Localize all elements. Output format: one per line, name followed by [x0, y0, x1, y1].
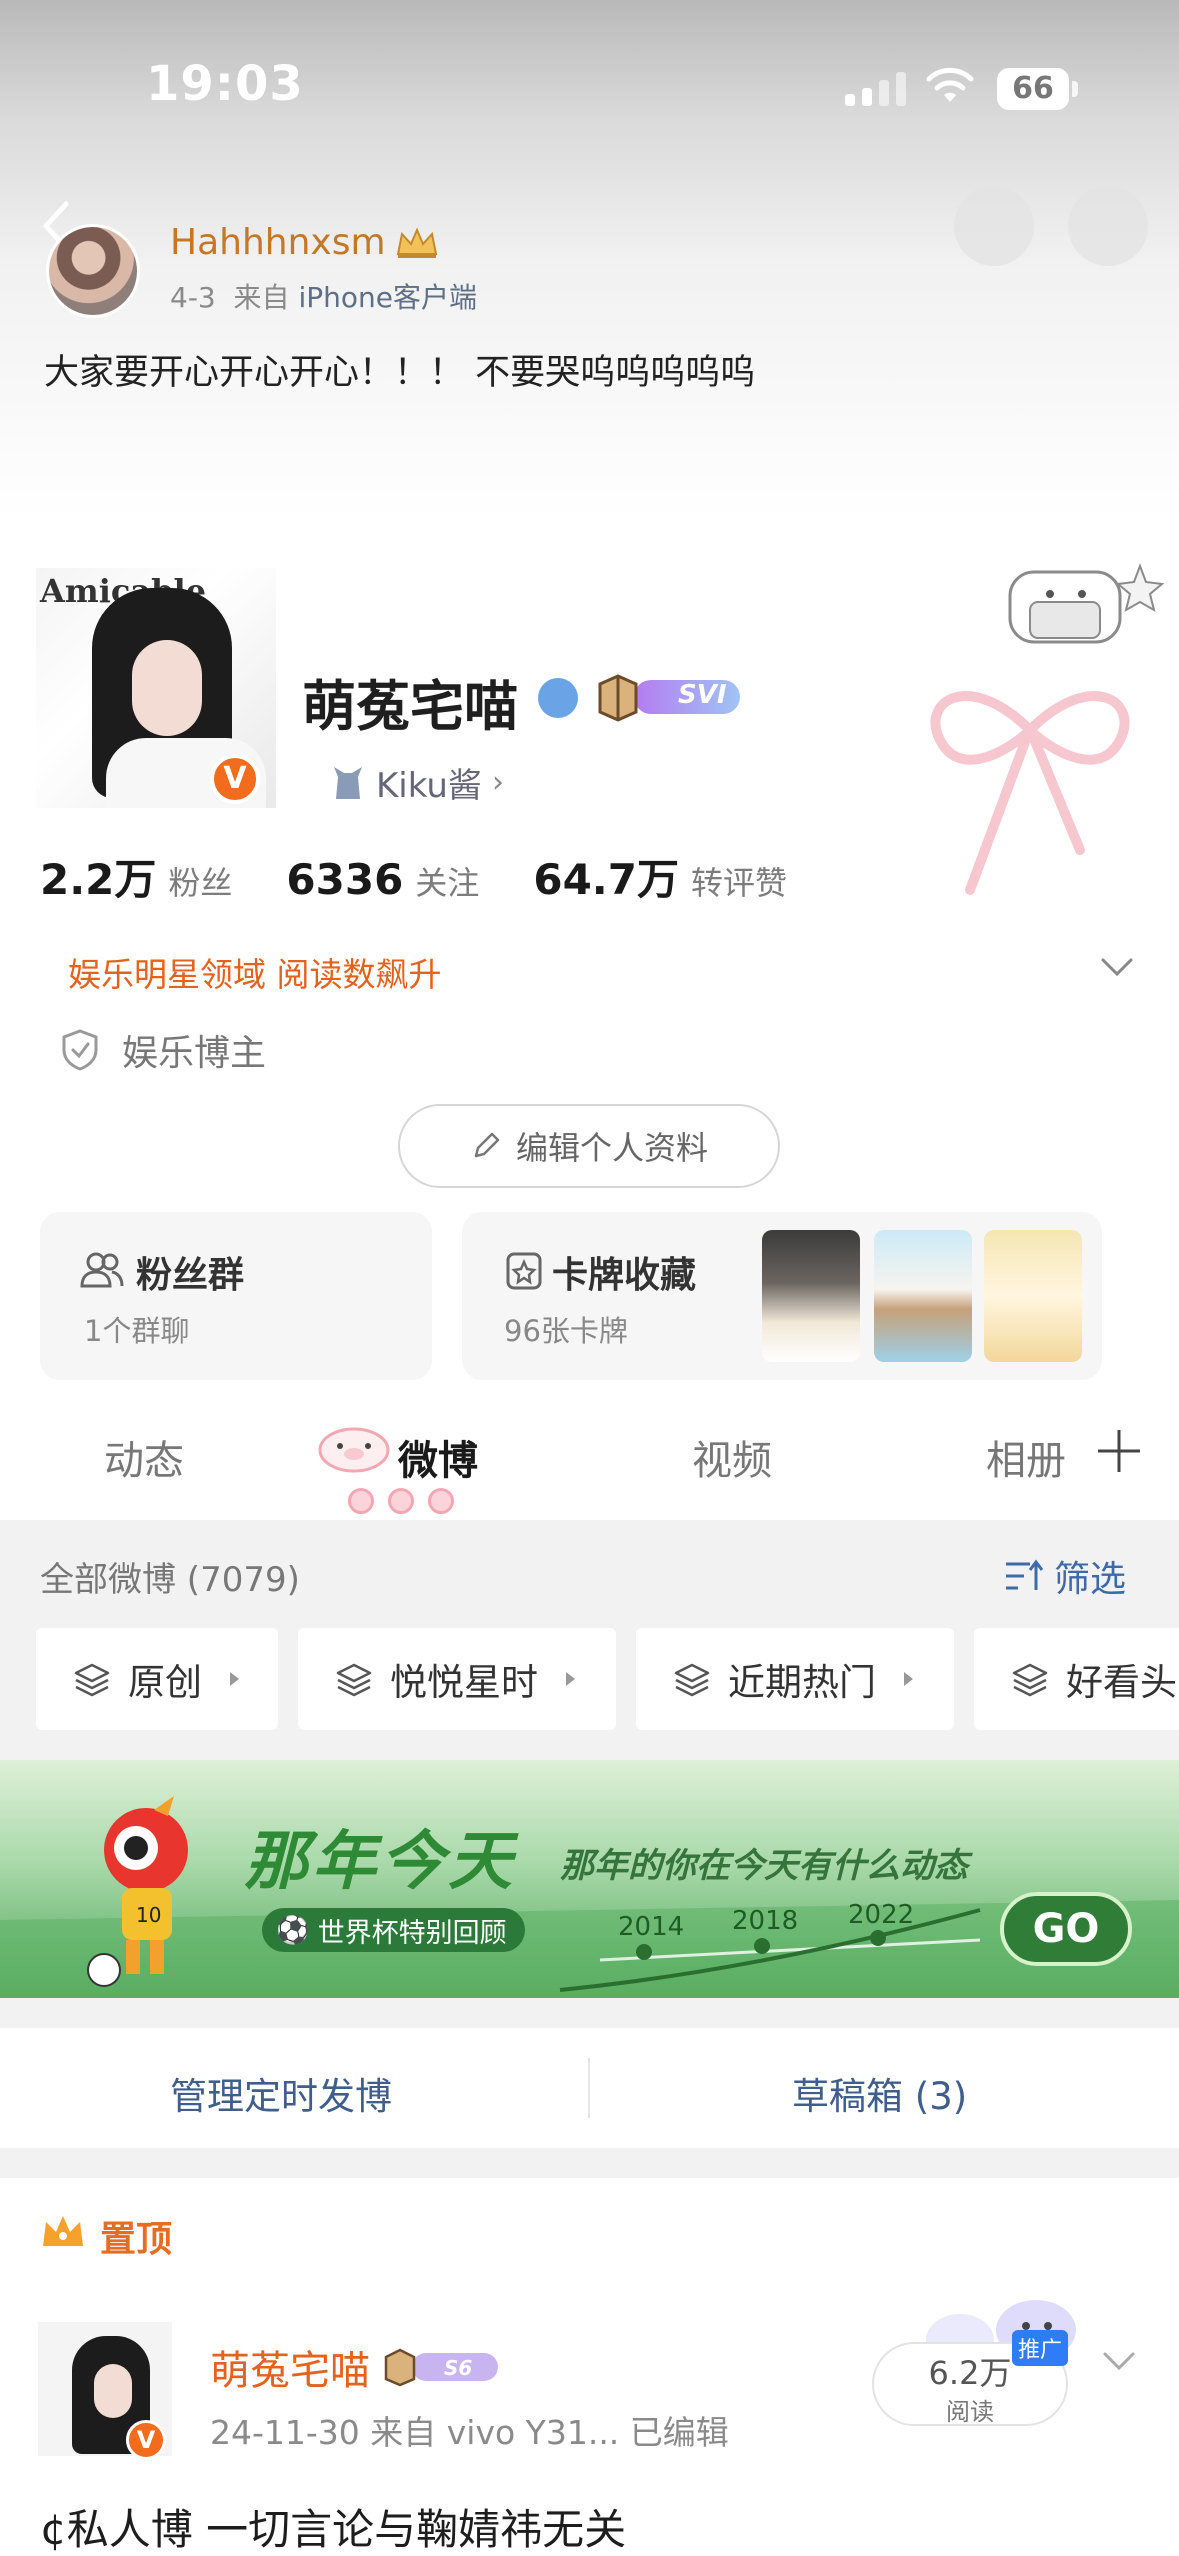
repost-username-row[interactable]: Hahhhnxsm	[170, 222, 440, 263]
following-label[interactable]: 关注	[415, 858, 479, 904]
banner-title: 那年今天	[244, 1825, 516, 1899]
battery-indicator: 66	[997, 68, 1069, 110]
tab-album[interactable]: 相册	[986, 1428, 1066, 1486]
shield-check-icon	[62, 1029, 98, 1071]
promote-badge[interactable]: 推广	[1012, 2330, 1069, 2366]
chip-recent-hot[interactable]: 近期热门	[636, 1628, 954, 1730]
field-highlight[interactable]: 娱乐明星领域 阅读数飙升	[68, 948, 442, 996]
post-meta: 24-11-30 来自 vivo Y31... 已编辑	[210, 2413, 729, 2452]
pig-icon	[318, 1427, 390, 1473]
world-cup-pill: ⚽ 世界杯特别回顾	[262, 1908, 525, 1952]
battery-tip	[1072, 81, 1078, 97]
card-thumbnail-3[interactable]	[984, 1230, 1082, 1362]
scheduled-posts-button[interactable]: 管理定时发博	[170, 2066, 392, 2120]
blogger-type-row[interactable]: 娱乐博主	[60, 1024, 266, 1076]
card-thumbnail-1[interactable]	[762, 1230, 860, 1362]
status-time: 19:03	[146, 56, 304, 112]
tab-weibo[interactable]: 微博	[398, 1428, 478, 1486]
svip-label: SVI	[678, 680, 727, 710]
all-weibo-count: 全部微博 (7079)	[40, 1560, 300, 1600]
male-gender-icon	[538, 678, 578, 718]
banner-subtitle: 那年的你在今天有什么动态	[560, 1846, 968, 1886]
divider	[588, 2058, 590, 2118]
followers-label[interactable]: 粉丝	[168, 858, 232, 904]
repost-text: 大家要开心开心开心！！！ 不要哭呜呜呜呜呜	[44, 353, 756, 393]
weibo-mascot-icon: 10	[87, 1796, 188, 1987]
search-button[interactable]	[1068, 186, 1148, 266]
likes-count[interactable]: 64.7万	[533, 846, 679, 907]
post-text: ¢私人博 一切言论与鞠婧祎无关	[40, 2505, 627, 2554]
more-button[interactable]	[954, 186, 1034, 266]
pinned-label: 置顶	[100, 2219, 173, 2260]
fans-group-sub: 1个群聊	[84, 1314, 190, 1348]
repost-meta: 4-3 来自 iPhone客户端	[170, 281, 477, 314]
card-star-icon	[506, 1252, 542, 1290]
cellular-signal-icon	[845, 72, 906, 106]
chevron-down-icon[interactable]	[1100, 956, 1134, 978]
likes-label[interactable]: 转评赞	[691, 858, 787, 904]
ip-label: Kiku酱	[376, 766, 482, 806]
soccer-ball-icon: ⚽	[276, 1915, 310, 1946]
post-author-name[interactable]: 萌菟宅喵	[210, 2338, 370, 2396]
year-2018: 2018	[732, 1906, 799, 1936]
layers-icon	[674, 1663, 710, 1697]
crown-icon	[396, 226, 437, 258]
year-2014: 2014	[618, 1912, 685, 1942]
layers-icon	[74, 1663, 110, 1697]
card-thumbnail-2[interactable]	[874, 1230, 972, 1362]
tab-dynamics[interactable]: 动态	[104, 1428, 184, 1486]
repost-avatar[interactable]	[46, 224, 140, 318]
cup-sticker-icon	[1008, 563, 1165, 644]
cat-icon	[334, 766, 362, 799]
pencil-icon	[474, 1132, 500, 1158]
add-tab-icon[interactable]	[1096, 1428, 1142, 1474]
ribbon-bow-icon	[930, 691, 1130, 895]
layers-icon	[1012, 1663, 1048, 1697]
profile-tabs: 动态 微博 视频 相册	[0, 1400, 1179, 1520]
tab-decoration-dots	[348, 1488, 454, 1514]
post-more-chevron-icon[interactable]	[1102, 2350, 1136, 2372]
layers-icon	[336, 1663, 372, 1697]
blogger-type-label: 娱乐博主	[122, 1033, 267, 1074]
svg-text:10: 10	[136, 1903, 161, 1927]
post-author-row[interactable]: 萌菟宅喵 S6	[210, 2338, 502, 2396]
chevron-right-icon: ›	[491, 765, 504, 800]
filter-icon	[1006, 1559, 1044, 1590]
chip-good-looking[interactable]: 好看头	[974, 1628, 1179, 1730]
edit-profile-label: 编辑个人资料	[515, 1129, 708, 1167]
svg-text:S6: S6	[444, 2356, 472, 2380]
ip-link[interactable]: Kiku酱 ›	[330, 758, 504, 807]
go-button[interactable]: GO	[1000, 1892, 1132, 1966]
manage-bar: 管理定时发博 草稿箱 (3)	[0, 2028, 1179, 2148]
filter-button[interactable]: 筛选	[1004, 1550, 1126, 1602]
following-count[interactable]: 6336	[286, 855, 403, 904]
group-icon	[80, 1252, 124, 1288]
edit-profile-button[interactable]: 编辑个人资料	[398, 1104, 780, 1188]
fans-group-title: 粉丝群	[136, 1255, 245, 1296]
profile-name: 萌菟宅喵	[302, 675, 518, 738]
card-collection-title: 卡牌收藏	[552, 1255, 697, 1296]
svip-level-badge-icon: S6	[384, 2348, 498, 2387]
drafts-button[interactable]: 草稿箱 (3)	[792, 2066, 967, 2120]
wifi-icon	[926, 67, 974, 102]
followers-count[interactable]: 2.2万	[40, 846, 156, 907]
profile-stats: 2.2万 粉丝 6336 关注 64.7万 转评赞	[40, 846, 841, 907]
chip-yueyue[interactable]: 悦悦星时	[298, 1628, 616, 1730]
chip-original[interactable]: 原创	[36, 1628, 278, 1730]
pin-crown-icon	[43, 2216, 83, 2246]
repost-username[interactable]: Hahhhnxsm	[170, 222, 386, 263]
fans-group-card[interactable]: 粉丝群 1个群聊	[40, 1212, 432, 1380]
verified-badge-icon: V	[210, 754, 260, 804]
read-label: 阅读	[946, 2398, 994, 2426]
post-verified-badge-icon: V	[126, 2420, 166, 2460]
filter-label: 筛选	[1054, 1559, 1127, 1600]
tab-video[interactable]: 视频	[692, 1428, 772, 1486]
year-2022: 2022	[848, 1900, 915, 1930]
card-collection-sub: 96张卡牌	[504, 1314, 628, 1348]
